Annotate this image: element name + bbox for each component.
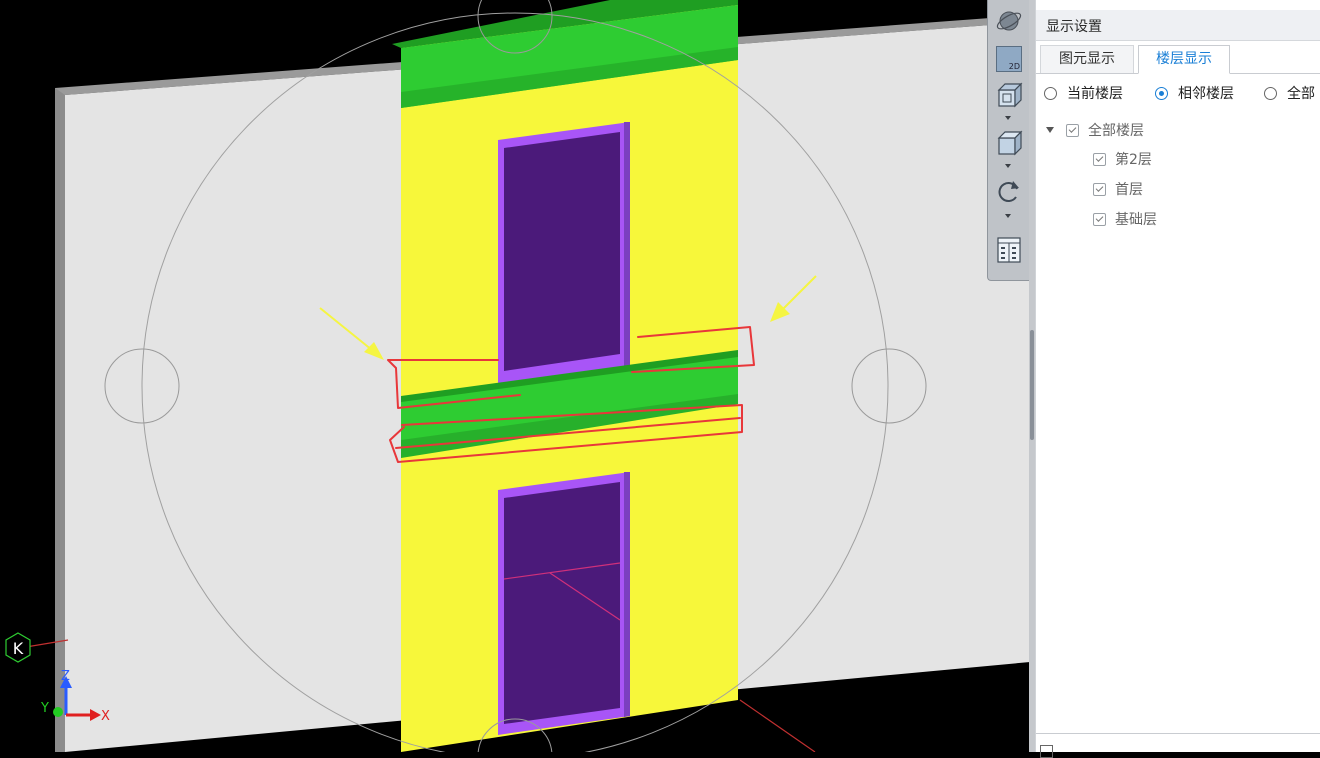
tab-element-display[interactable]: 图元显示 <box>1040 45 1134 73</box>
check-icon <box>1095 154 1104 162</box>
rotate-icon <box>998 181 1019 202</box>
navigation-hexagon[interactable]: K <box>5 632 31 663</box>
rotate-button[interactable] <box>993 176 1025 206</box>
panel-title: 显示设置 <box>1046 19 1102 35</box>
orbit-icon <box>996 11 1022 31</box>
radio-label: 相邻楼层 <box>1178 86 1234 102</box>
radio-label: 全部 <box>1287 86 1315 102</box>
radio-current-floor[interactable]: 当前楼层 <box>1044 83 1123 103</box>
axis-label-z: Z <box>61 669 70 684</box>
radio-adjacent-floors[interactable]: 相邻楼层 <box>1155 83 1234 103</box>
checkbox[interactable] <box>1093 182 1106 196</box>
display-settings-icon <box>997 237 1021 263</box>
panel-divider <box>1036 733 1320 734</box>
tree-item-label: 第2层 <box>1115 152 1152 168</box>
tree-item-floor-2[interactable]: 第2层 <box>1093 149 1152 169</box>
checkbox[interactable] <box>1066 123 1079 137</box>
3d-viewport[interactable]: K Z Y X 2D <box>0 0 1030 752</box>
orbit-button[interactable] <box>993 6 1025 36</box>
axis-label-y: Y <box>40 701 49 716</box>
top-view-dropdown[interactable] <box>1005 116 1011 120</box>
checkbox[interactable] <box>1093 212 1106 226</box>
3d-scene[interactable]: K Z Y X <box>0 0 1030 752</box>
checkbox[interactable] <box>1093 152 1106 166</box>
radio-indicator <box>1044 86 1057 100</box>
check-icon <box>1095 184 1104 192</box>
nav-label: K <box>13 639 24 658</box>
view-cube-top-icon <box>997 82 1023 108</box>
tree-item-all-floors[interactable]: 全部楼层 <box>1046 120 1144 140</box>
expand-arrow-icon[interactable] <box>1046 127 1054 133</box>
check-icon <box>1068 125 1077 133</box>
iso-view-dropdown[interactable] <box>1005 164 1011 168</box>
axis-line <box>739 699 816 752</box>
lower-window-glass <box>504 482 620 724</box>
lower-window-side <box>624 472 630 717</box>
view-2d-icon: 2D <box>996 46 1022 72</box>
tree-item-label: 全部楼层 <box>1088 123 1144 139</box>
iso-view-button[interactable] <box>993 128 1025 158</box>
radio-all-floors[interactable]: 全部 <box>1264 83 1315 103</box>
panel-tabs: 图元显示 楼层显示 <box>1036 41 1320 74</box>
view-2d-label: 2D <box>1008 62 1020 71</box>
wall-side <box>55 88 65 752</box>
check-icon <box>1095 214 1104 222</box>
floor-mode-radio-group: 当前楼层 相邻楼层 全部 <box>1044 80 1320 104</box>
radio-indicator <box>1264 86 1277 100</box>
radio-indicator-selected <box>1155 86 1168 100</box>
view-cube-icon <box>997 130 1023 156</box>
top-view-button[interactable] <box>993 80 1025 110</box>
upper-window-glass <box>504 132 620 371</box>
splitter-grip[interactable] <box>1030 330 1034 440</box>
view-2d-button[interactable]: 2D <box>993 44 1025 74</box>
panel-title-bar: 显示设置 <box>1036 10 1320 41</box>
upper-window-side <box>624 122 630 366</box>
tree-item-label: 基础层 <box>1115 212 1157 228</box>
radio-label: 当前楼层 <box>1067 86 1123 102</box>
display-settings-button[interactable] <box>993 234 1025 264</box>
display-settings-panel: 显示设置 图元显示 楼层显示 当前楼层 相邻楼层 全部 全部楼层 第2层 首层 … <box>1035 0 1320 758</box>
tab-floor-display[interactable]: 楼层显示 <box>1138 45 1230 74</box>
tree-item-foundation[interactable]: 基础层 <box>1093 209 1157 229</box>
rotate-dropdown[interactable] <box>1005 214 1011 218</box>
tree-item-label: 首层 <box>1115 182 1143 198</box>
view-toolbar: 2D <box>987 0 1030 281</box>
tree-item-first-floor[interactable]: 首层 <box>1093 179 1143 199</box>
axis-label-x: X <box>101 709 110 724</box>
